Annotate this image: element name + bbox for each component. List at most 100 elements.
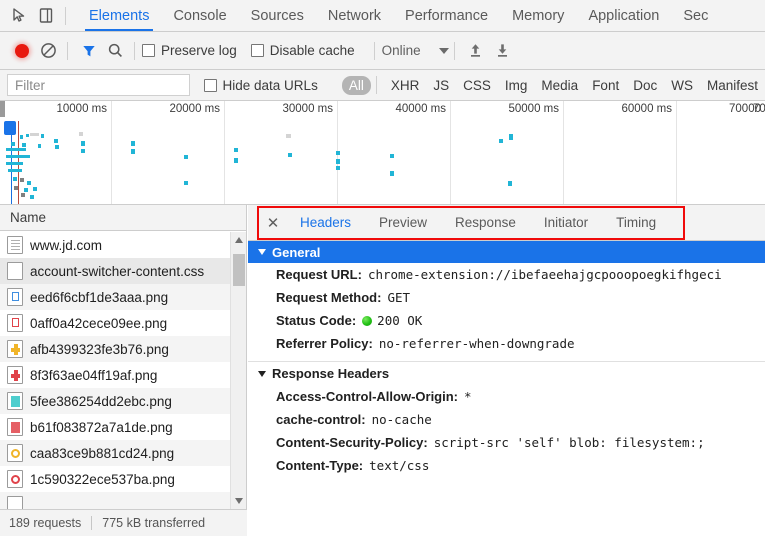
header-key: Request URL: bbox=[276, 267, 362, 282]
throttle-value: Online bbox=[381, 43, 421, 58]
list-item[interactable]: www.jd.com bbox=[0, 232, 231, 258]
header-row: Content-Type: text/css bbox=[248, 454, 765, 477]
tab-headers[interactable]: Headers bbox=[286, 205, 365, 240]
clear-icon bbox=[41, 43, 56, 58]
overview-dot bbox=[234, 148, 238, 152]
overview-dot bbox=[234, 158, 238, 163]
clear-button[interactable] bbox=[35, 38, 62, 64]
overview-tick-5-label: 50000 ms bbox=[508, 103, 559, 115]
list-item[interactable]: 1c590322ece537ba.png bbox=[0, 466, 231, 492]
request-rows: www.jd.com account-switcher-content.css … bbox=[0, 232, 231, 509]
overview-dot bbox=[20, 178, 24, 182]
header-row: cache-control: no-cache bbox=[248, 408, 765, 431]
tab-preview[interactable]: Preview bbox=[365, 205, 441, 240]
overview-tick-4: 40000 ms bbox=[395, 101, 451, 204]
overview-dot bbox=[21, 193, 25, 197]
overview-dot bbox=[24, 188, 28, 192]
tab-timing-label: Timing bbox=[616, 215, 657, 230]
disable-cache-checkbox[interactable]: Disable cache bbox=[250, 43, 355, 58]
download-icon bbox=[497, 44, 507, 57]
filter-type-manifest[interactable]: Manifest bbox=[700, 76, 765, 95]
scrollbar-thumb[interactable] bbox=[233, 254, 245, 286]
header-row: Request Method: GET bbox=[248, 286, 765, 309]
header-value: * bbox=[464, 389, 472, 404]
tab-response[interactable]: Response bbox=[441, 205, 530, 240]
filter-type-js[interactable]: JS bbox=[426, 76, 456, 95]
list-item[interactable]: b61f083872a7a1de.png bbox=[0, 414, 231, 440]
filter-type-css[interactable]: CSS bbox=[456, 76, 498, 95]
filter-type-img-label: Img bbox=[504, 77, 528, 93]
tab-performance[interactable]: Performance bbox=[393, 0, 500, 31]
overview-tick-6-label: 60000 ms bbox=[621, 103, 672, 115]
preserve-log-checkbox[interactable]: Preserve log bbox=[142, 43, 237, 58]
device-toolbar-icon[interactable] bbox=[33, 3, 60, 29]
overview-dot bbox=[288, 153, 292, 157]
overview-bar bbox=[6, 148, 26, 151]
filter-button[interactable] bbox=[75, 38, 102, 64]
list-item[interactable]: 5fee386254dd2ebc.png bbox=[0, 388, 231, 414]
toolbar-divider-2 bbox=[134, 41, 135, 60]
tab-application[interactable]: Application bbox=[576, 0, 671, 31]
overview-dot bbox=[336, 159, 340, 164]
filter-type-img[interactable]: Img bbox=[498, 76, 535, 95]
list-item[interactable]: afb4399323fe3b76.png bbox=[0, 336, 231, 362]
overview-dot bbox=[499, 139, 503, 143]
filter-input[interactable]: Filter bbox=[7, 74, 190, 96]
hide-data-urls-checkbox[interactable]: Hide data URLs bbox=[203, 78, 318, 93]
filter-type-ws[interactable]: WS bbox=[664, 76, 700, 95]
tab-performance-label: Performance bbox=[405, 7, 489, 24]
list-item[interactable]: account-switcher-content.css bbox=[0, 258, 231, 284]
filter-type-js-label: JS bbox=[433, 77, 450, 93]
import-har-button[interactable] bbox=[462, 38, 489, 64]
filter-type-all[interactable]: All bbox=[341, 75, 371, 95]
filter-type-doc[interactable]: Doc bbox=[626, 76, 664, 95]
list-item-label: 0aff0a42cece09ee.png bbox=[30, 315, 168, 331]
tab-timing[interactable]: Timing bbox=[602, 205, 670, 240]
image-icon bbox=[7, 340, 23, 358]
overview-dot bbox=[286, 134, 291, 138]
tab-network[interactable]: Network bbox=[316, 0, 393, 31]
filter-type-xhr-label: XHR bbox=[390, 77, 420, 93]
throttle-dropdown[interactable]: Online bbox=[382, 43, 449, 58]
list-item[interactable]: 8f3f63ae04ff19af.png bbox=[0, 362, 231, 388]
filter-placeholder: Filter bbox=[15, 77, 45, 93]
header-key: Referrer Policy: bbox=[276, 336, 373, 351]
filter-type-media[interactable]: Media bbox=[534, 76, 585, 95]
general-section-header[interactable]: General bbox=[248, 241, 765, 263]
overview-dot bbox=[14, 186, 18, 190]
scroll-up-arrow[interactable] bbox=[231, 232, 247, 248]
search-button[interactable] bbox=[102, 38, 129, 64]
list-item-label: 8f3f63ae04ff19af.png bbox=[30, 367, 158, 383]
header-value: chrome-extension://ibefaeehajgcpooopoegk… bbox=[367, 267, 722, 282]
overview-tick-4-label: 40000 ms bbox=[395, 103, 446, 115]
overview-bar bbox=[6, 155, 30, 158]
header-key: Access-Control-Allow-Origin: bbox=[276, 389, 459, 404]
tab-sources[interactable]: Sources bbox=[239, 0, 316, 31]
tab-security[interactable]: Sec bbox=[671, 0, 720, 31]
request-list-scrollbar[interactable] bbox=[230, 232, 246, 509]
inspect-element-icon[interactable] bbox=[6, 3, 33, 29]
tab-console[interactable]: Console bbox=[161, 0, 238, 31]
overview-tick-3-label: 30000 ms bbox=[282, 103, 333, 115]
export-har-button[interactable] bbox=[489, 38, 516, 64]
close-details-button[interactable]: ✕ bbox=[260, 205, 286, 240]
overview-dot bbox=[26, 134, 29, 137]
list-item[interactable]: caa83ce9b881cd24.png bbox=[0, 440, 231, 466]
list-item[interactable]: 0aff0a42cece09ee.png bbox=[0, 310, 231, 336]
filter-type-xhr[interactable]: XHR bbox=[384, 76, 427, 95]
response-headers-section-header[interactable]: Response Headers bbox=[248, 361, 765, 385]
overview-selection-handle[interactable] bbox=[4, 121, 16, 135]
list-item[interactable] bbox=[0, 492, 231, 509]
toolbar-divider-4 bbox=[453, 41, 455, 60]
toolbar-divider-1 bbox=[67, 41, 68, 60]
tab-elements[interactable]: Elements bbox=[77, 0, 161, 31]
tab-initiator[interactable]: Initiator bbox=[530, 205, 602, 240]
list-item-label: account-switcher-content.css bbox=[30, 263, 205, 279]
filter-type-font[interactable]: Font bbox=[585, 76, 626, 95]
network-overview[interactable]: 10000 ms 20000 ms 30000 ms 40000 ms 5000… bbox=[0, 101, 765, 205]
scroll-down-arrow[interactable] bbox=[231, 493, 247, 509]
list-item[interactable]: eed6f6cbf1de3aaa.png bbox=[0, 284, 231, 310]
record-button[interactable] bbox=[8, 38, 35, 64]
triangle-down-icon bbox=[258, 249, 266, 255]
tab-memory[interactable]: Memory bbox=[500, 0, 576, 31]
